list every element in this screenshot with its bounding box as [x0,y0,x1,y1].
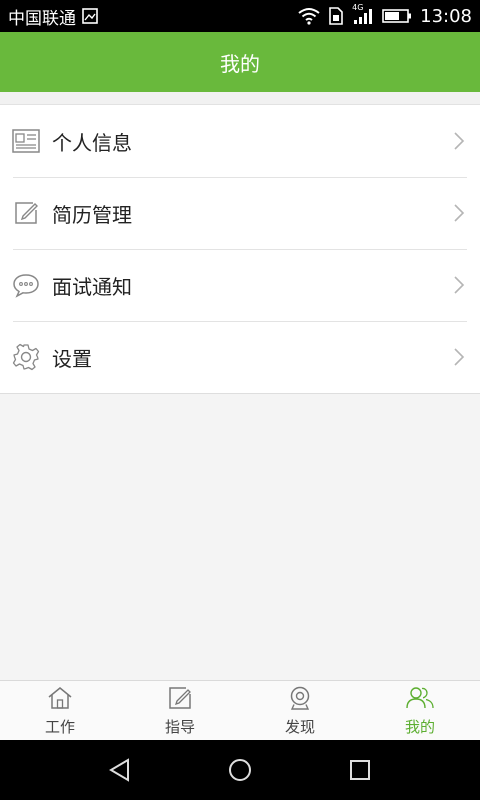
chevron-right-icon [454,132,465,150]
chevron-right-icon [454,348,465,366]
status-bar: 中国联通 4G 13:08 [0,0,480,32]
battery-icon [382,8,412,24]
tab-mine[interactable]: 我的 [360,681,480,741]
page-title: 我的 [220,51,260,76]
network-type: 4G [352,3,364,12]
menu-item-label: 面试通知 [52,274,132,299]
chevron-right-icon [454,276,465,294]
home-circle-icon [229,759,251,781]
menu-item-profile[interactable]: 个人信息 [0,105,480,177]
tab-label: 发现 [284,717,315,736]
clock: 13:08 [420,5,472,27]
recents-button[interactable] [340,750,380,790]
tab-discover[interactable]: 发现 [240,681,360,741]
image-icon [82,8,98,24]
menu-item-label: 个人信息 [52,130,132,155]
menu-item-resume[interactable]: 简历管理 [0,177,480,249]
menu-item-label: 简历管理 [52,202,132,227]
menu-item-label: 设置 [52,346,92,371]
tab-label: 指导 [164,717,195,736]
tab-label: 工作 [44,717,75,736]
signal-icon: 4G [352,3,374,25]
chat-bubble-icon [12,271,40,299]
header-divider [0,92,480,105]
webcam-icon [288,686,312,714]
tab-work[interactable]: 工作 [0,681,120,741]
profile-card-icon [12,127,40,155]
menu-item-settings[interactable]: 设置 [0,321,480,393]
back-button[interactable] [100,750,140,790]
users-icon [406,686,434,714]
carrier-name: 中国联通 [8,8,76,29]
wifi-icon [298,7,320,25]
home-icon [47,686,73,714]
tab-label: 我的 [404,717,435,736]
chevron-right-icon [454,204,465,222]
menu-item-interviews[interactable]: 面试通知 [0,249,480,321]
edit-icon [168,686,192,714]
gear-icon [12,343,40,371]
menu-list: 个人信息 简历管理 面试通知 设置 [0,105,480,394]
edit-icon [12,199,40,227]
sim-icon [328,7,344,25]
bottom-tab-bar: 工作 指导 发现 我的 [0,680,480,741]
app-bar: 我的 [0,32,480,92]
system-nav-bar [0,740,480,800]
recents-square-icon [350,760,370,780]
back-triangle-icon [109,758,129,782]
tab-guidance[interactable]: 指导 [120,681,240,741]
home-button[interactable] [220,750,260,790]
